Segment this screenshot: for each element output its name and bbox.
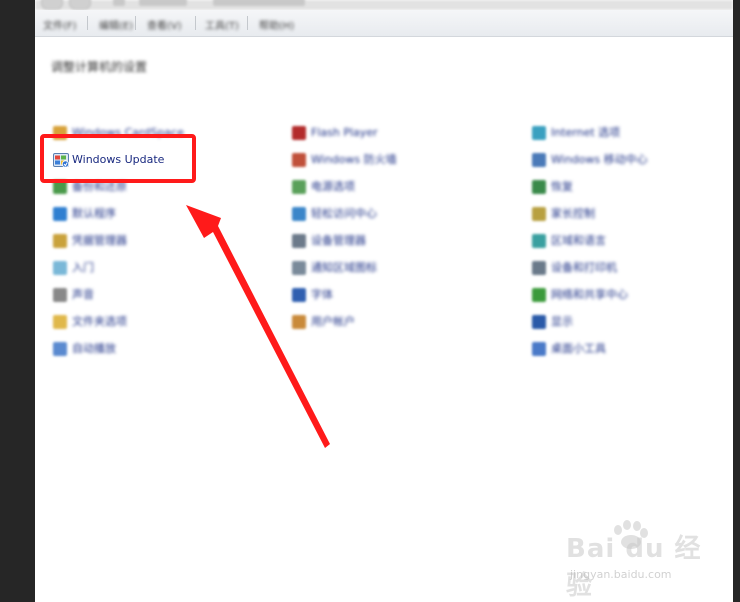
- menu-separator: [247, 16, 248, 30]
- cp-item-label: 自动播放: [72, 342, 116, 355]
- cp-item-label: 区域和语言: [551, 234, 606, 247]
- autoplay-icon: [53, 342, 67, 356]
- cp-item-label: 凭据管理器: [72, 234, 127, 247]
- cp-item-label: 字体: [311, 288, 333, 301]
- cp-item-label: 电源选项: [311, 180, 355, 193]
- flash-icon: [292, 126, 306, 140]
- watermark-logo: Bai du 经验: [566, 534, 702, 601]
- cp-item-label: 网络和共享中心: [551, 288, 628, 301]
- back-button[interactable]: [41, 0, 63, 10]
- devices-printers-icon: [532, 261, 546, 275]
- menu-view[interactable]: 查看(V): [147, 17, 182, 32]
- menu-separator: [195, 16, 196, 30]
- fonts-icon: [292, 288, 306, 302]
- page-title: 调整计算机的设置: [51, 60, 148, 74]
- cp-item-label: 通知区域图标: [311, 261, 377, 274]
- cp-item-label: Windows 移动中心: [551, 153, 648, 166]
- parental-controls-icon: [532, 207, 546, 221]
- cp-item-label: 显示: [551, 315, 573, 328]
- ease-of-access-icon: [292, 207, 306, 221]
- cp-item-label: 家长控制: [551, 207, 595, 220]
- region-icon: [532, 234, 546, 248]
- cp-item-label: Flash Player: [311, 126, 378, 139]
- menu-bar: 文件(F) 编辑(E) 查看(V) 工具(T) 帮助(H): [35, 10, 733, 37]
- cp-item-label: 声音: [72, 288, 94, 301]
- cp-item-label: 轻松访问中心: [311, 207, 377, 220]
- breadcrumb[interactable]: [213, 0, 305, 6]
- screen-edge: [733, 0, 740, 602]
- mobility-center-icon: [532, 153, 546, 167]
- internet-options-icon: [532, 126, 546, 140]
- sound-icon: [53, 288, 67, 302]
- device-manager-icon: [292, 234, 306, 248]
- display-icon: [532, 315, 546, 329]
- baidu-watermark: Bai du 经验 jingyan.baidu.com: [560, 520, 710, 601]
- control-panel-window: 文件(F) 编辑(E) 查看(V) 工具(T) 帮助(H) 调整计算机的设置 W…: [35, 0, 733, 602]
- menu-edit[interactable]: 编辑(E): [99, 17, 133, 32]
- user-accounts-icon: [292, 315, 306, 329]
- menu-file[interactable]: 文件(F): [43, 17, 77, 32]
- cp-item-label: Internet 选项: [551, 126, 621, 139]
- cp-item-label: 设备管理器: [311, 234, 366, 247]
- menu-tools[interactable]: 工具(T): [205, 17, 239, 32]
- network-icon: [532, 288, 546, 302]
- menu-help[interactable]: 帮助(H): [259, 17, 294, 32]
- firewall-icon: [292, 153, 306, 167]
- getting-started-icon: [53, 261, 67, 275]
- notification-icon: [292, 261, 306, 275]
- breadcrumb-icon: [113, 0, 125, 6]
- default-programs-icon: [53, 207, 67, 221]
- address-bar: [35, 0, 733, 10]
- cp-item-label: 设备和打印机: [551, 261, 617, 274]
- highlight-box: [40, 134, 196, 183]
- cp-item-label: 恢复: [551, 180, 573, 193]
- cp-item-label: 桌面小工具: [551, 342, 606, 355]
- menu-separator: [87, 16, 88, 30]
- watermark-url: jingyan.baidu.com: [570, 568, 672, 581]
- cp-item-label: 入门: [72, 261, 94, 274]
- folder-options-icon: [53, 315, 67, 329]
- power-icon: [292, 180, 306, 194]
- cp-item-label: 文件夹选项: [72, 315, 127, 328]
- cp-item-label: 用户帐户: [311, 315, 355, 328]
- cp-item-label: 默认程序: [72, 207, 116, 220]
- gadgets-icon: [532, 342, 546, 356]
- forward-button[interactable]: [69, 0, 91, 10]
- recovery-icon: [532, 180, 546, 194]
- breadcrumb[interactable]: [139, 0, 187, 6]
- menu-separator: [135, 16, 136, 30]
- cp-item-label: Windows 防火墙: [311, 153, 397, 166]
- credential-icon: [53, 234, 67, 248]
